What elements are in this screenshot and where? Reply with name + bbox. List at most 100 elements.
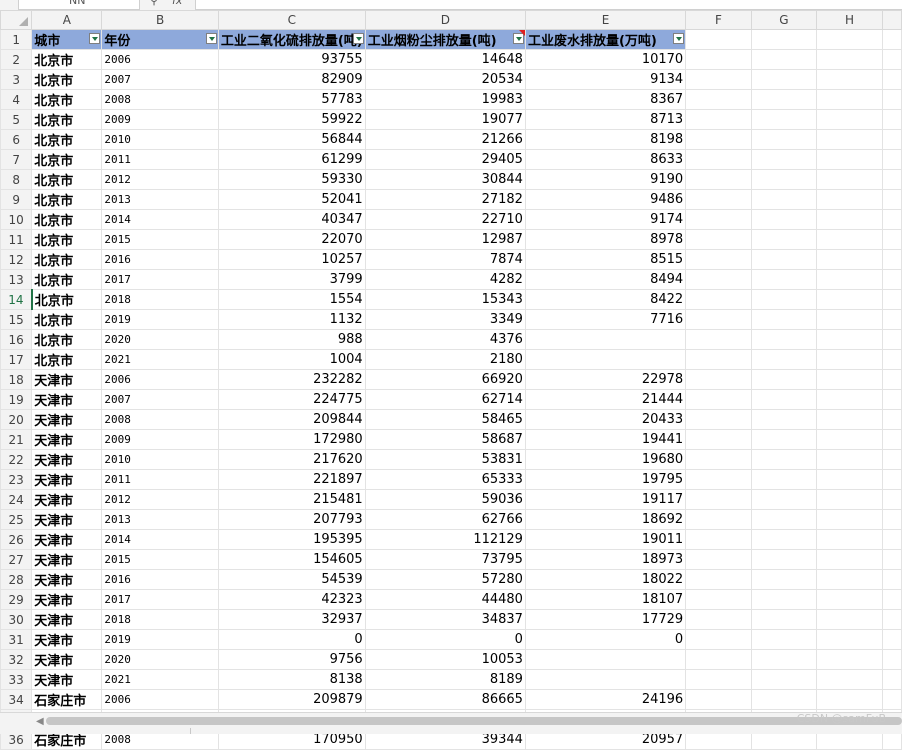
- city-cell[interactable]: 天津市: [31, 369, 103, 390]
- so2-cell[interactable]: 195395: [217, 529, 366, 550]
- dust-cell[interactable]: 7874: [364, 249, 526, 270]
- city-cell[interactable]: 天津市: [31, 569, 103, 590]
- row-header[interactable]: 5: [0, 109, 33, 130]
- empty-cell[interactable]: [685, 269, 752, 290]
- city-cell[interactable]: 天津市: [31, 649, 103, 670]
- wastewater-cell[interactable]: 8367: [524, 89, 687, 110]
- header-cell[interactable]: 工业烟粉尘排放量(吨): [364, 29, 526, 50]
- empty-cell[interactable]: [685, 349, 752, 370]
- empty-cell[interactable]: [881, 249, 902, 270]
- so2-cell[interactable]: 154605: [217, 549, 366, 570]
- row-header[interactable]: 29: [0, 589, 33, 610]
- dust-cell[interactable]: 8189: [364, 669, 526, 690]
- empty-cell[interactable]: [685, 609, 752, 630]
- dust-cell[interactable]: 44480: [364, 589, 526, 610]
- year-cell[interactable]: 2006: [101, 369, 219, 390]
- row-header[interactable]: 12: [0, 249, 33, 270]
- empty-cell[interactable]: [685, 569, 752, 590]
- header-cell[interactable]: 城市: [31, 29, 103, 50]
- city-cell[interactable]: 天津市: [31, 589, 103, 610]
- city-cell[interactable]: 北京市: [31, 309, 103, 330]
- select-all-corner[interactable]: [0, 10, 33, 30]
- dust-cell[interactable]: 30844: [364, 169, 526, 190]
- city-cell[interactable]: 天津市: [31, 529, 103, 550]
- year-cell[interactable]: 2019: [101, 309, 219, 330]
- so2-cell[interactable]: 215481: [217, 489, 366, 510]
- year-cell[interactable]: 2012: [101, 489, 219, 510]
- city-cell[interactable]: 北京市: [31, 129, 103, 150]
- empty-cell[interactable]: [750, 689, 818, 710]
- dust-cell[interactable]: 10053: [364, 649, 526, 670]
- dust-cell[interactable]: 20534: [364, 69, 526, 90]
- empty-cell[interactable]: [750, 389, 818, 410]
- dust-cell[interactable]: 62766: [364, 509, 526, 530]
- empty-cell[interactable]: [816, 189, 883, 210]
- empty-cell[interactable]: [750, 69, 818, 90]
- filter-dropdown-icon[interactable]: [673, 33, 685, 44]
- empty-cell[interactable]: [881, 489, 902, 510]
- year-cell[interactable]: 2009: [101, 429, 219, 450]
- formula-input[interactable]: [195, 0, 902, 10]
- dust-cell[interactable]: 19983: [364, 89, 526, 110]
- scroll-left-icon[interactable]: ◀: [36, 716, 44, 727]
- empty-cell[interactable]: [685, 509, 752, 530]
- wastewater-cell[interactable]: [524, 669, 687, 690]
- empty-cell[interactable]: [816, 409, 883, 430]
- row-header[interactable]: 17: [0, 349, 33, 370]
- year-cell[interactable]: 2011: [101, 469, 219, 490]
- empty-cell[interactable]: [750, 229, 818, 250]
- empty-cell[interactable]: [685, 109, 752, 130]
- empty-cell[interactable]: [816, 549, 883, 570]
- empty-cell[interactable]: [816, 89, 883, 110]
- wastewater-cell[interactable]: 10170: [524, 49, 687, 70]
- row-header[interactable]: 9: [0, 189, 33, 210]
- so2-cell[interactable]: 42323: [217, 589, 366, 610]
- empty-cell[interactable]: [881, 189, 902, 210]
- city-cell[interactable]: 石家庄市: [31, 689, 103, 710]
- year-cell[interactable]: 2017: [101, 269, 219, 290]
- so2-cell[interactable]: 221897: [217, 469, 366, 490]
- wastewater-cell[interactable]: 19680: [524, 449, 687, 470]
- column-header-f[interactable]: F: [685, 10, 752, 30]
- empty-cell[interactable]: [685, 689, 752, 710]
- empty-cell[interactable]: [750, 429, 818, 450]
- so2-cell[interactable]: 224775: [217, 389, 366, 410]
- dust-cell[interactable]: 14648: [364, 49, 526, 70]
- empty-cell[interactable]: [750, 109, 818, 130]
- wastewater-cell[interactable]: 18022: [524, 569, 687, 590]
- header-cell[interactable]: 工业二氧化硫排放量(吨): [217, 29, 366, 50]
- row-header[interactable]: 2: [0, 49, 33, 70]
- city-cell[interactable]: 天津市: [31, 629, 103, 650]
- so2-cell[interactable]: 40347: [217, 209, 366, 230]
- scrollbar-thumb[interactable]: [46, 717, 902, 725]
- dust-cell[interactable]: 86665: [364, 689, 526, 710]
- dust-cell[interactable]: 65333: [364, 469, 526, 490]
- empty-cell[interactable]: [816, 469, 883, 490]
- wastewater-cell[interactable]: 19117: [524, 489, 687, 510]
- empty-cell[interactable]: [685, 89, 752, 110]
- city-cell[interactable]: 北京市: [31, 209, 103, 230]
- dust-cell[interactable]: 4376: [364, 329, 526, 350]
- row-header[interactable]: 15: [0, 309, 33, 330]
- row-header[interactable]: 6: [0, 129, 33, 150]
- empty-cell[interactable]: [881, 389, 902, 410]
- empty-cell[interactable]: [816, 29, 883, 50]
- empty-cell[interactable]: [750, 369, 818, 390]
- wastewater-cell[interactable]: 19441: [524, 429, 687, 450]
- empty-cell[interactable]: [685, 669, 752, 690]
- city-cell[interactable]: 北京市: [31, 69, 103, 90]
- row-header[interactable]: 8: [0, 169, 33, 190]
- column-header-g[interactable]: G: [750, 10, 818, 30]
- year-cell[interactable]: 2016: [101, 569, 219, 590]
- empty-cell[interactable]: [881, 49, 902, 70]
- empty-cell[interactable]: [881, 409, 902, 430]
- empty-cell[interactable]: [816, 209, 883, 230]
- city-cell[interactable]: 北京市: [31, 109, 103, 130]
- year-cell[interactable]: 2013: [101, 509, 219, 530]
- year-cell[interactable]: 2021: [101, 349, 219, 370]
- row-header[interactable]: 33: [0, 669, 33, 690]
- row-header[interactable]: 10: [0, 209, 33, 230]
- empty-cell[interactable]: [750, 409, 818, 430]
- empty-cell[interactable]: [816, 169, 883, 190]
- empty-cell[interactable]: [816, 329, 883, 350]
